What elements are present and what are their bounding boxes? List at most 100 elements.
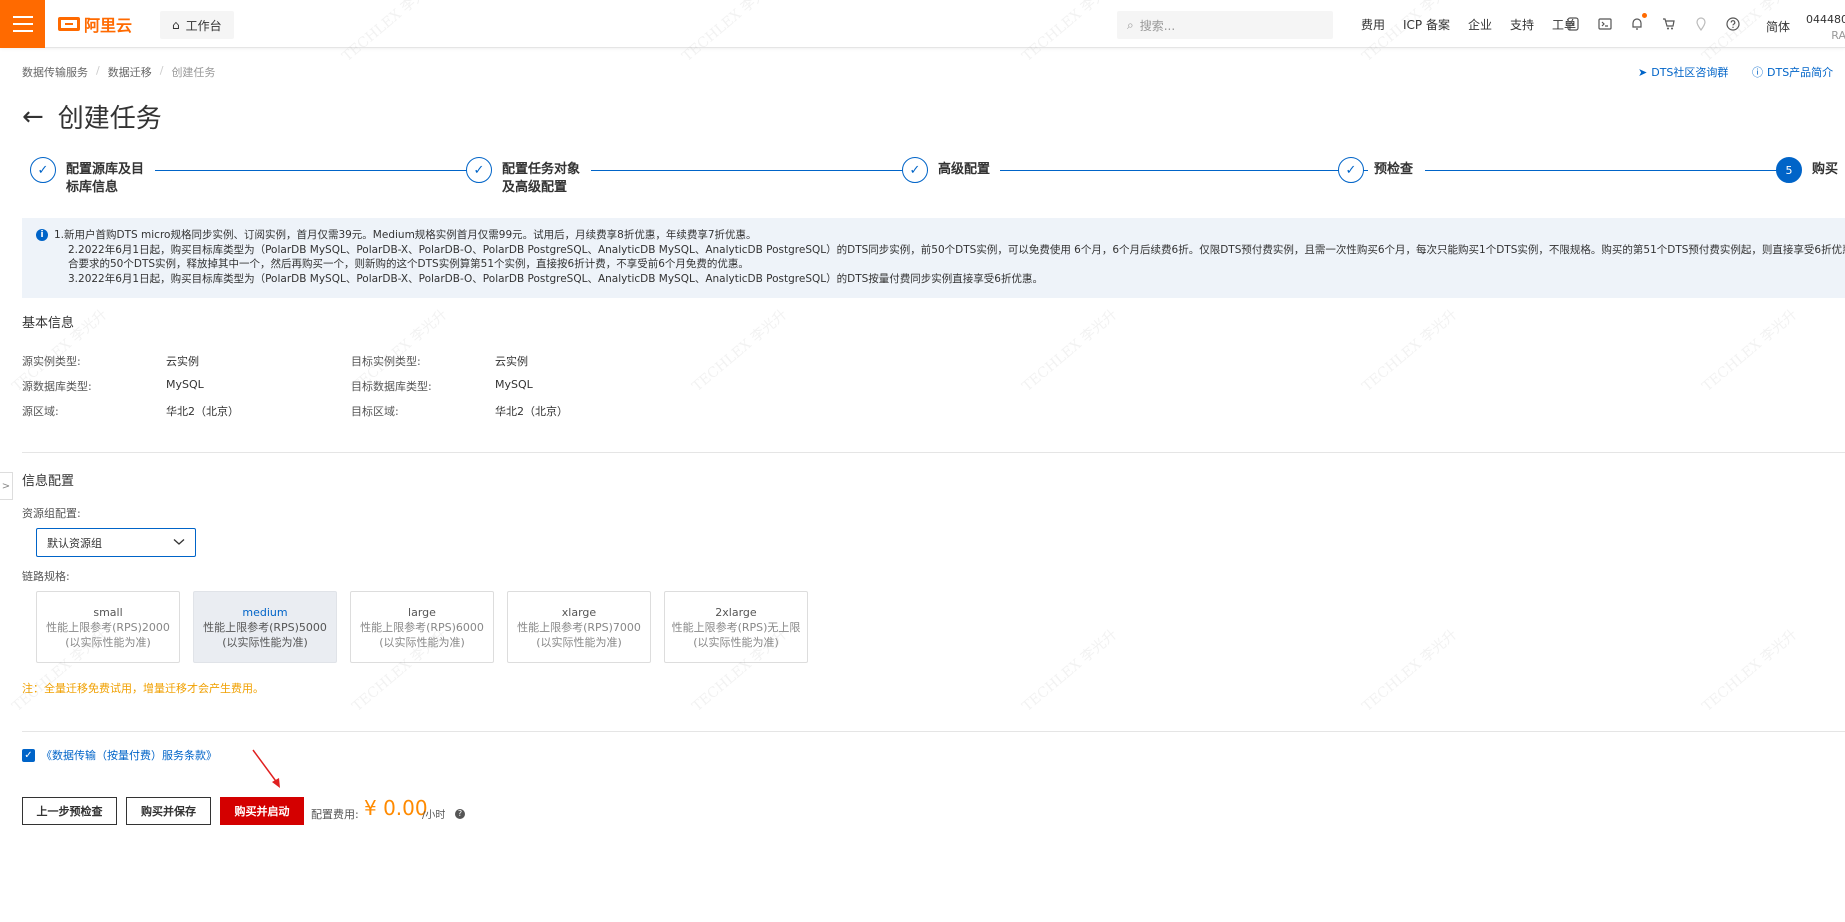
step-4: ✓ 预检查 [1338, 157, 1413, 183]
spec-desc: 性能上限参考(RPS)2000 [46, 620, 170, 634]
step-5-label: 购买 [1812, 162, 1839, 177]
resource-group-select[interactable]: 默认资源组 [36, 528, 196, 557]
spec-name: 2xlarge [715, 605, 757, 619]
menu-icon[interactable] [0, 0, 45, 48]
spec-2xlarge[interactable]: 2xlarge 性能上限参考(RPS)无上限 (以实际性能为准) [664, 591, 808, 663]
spec-name: medium [242, 605, 288, 619]
link-fees[interactable]: 费用 [1352, 16, 1394, 33]
agreement-checkbox[interactable]: ✓ [22, 748, 35, 762]
page-header: ← 创建任务 [22, 98, 162, 135]
target-instance-type-label: 目标实例类型: [351, 355, 421, 368]
search-input[interactable]: ⌕ 搜索... [1117, 11, 1333, 39]
sidebar-expand-icon[interactable]: > [0, 472, 13, 500]
top-links: 费用 ICP 备案 企业 支持 工单 [1352, 0, 1585, 48]
spec-label: 链路规格: [22, 570, 70, 583]
step-5-number: 5 [1776, 157, 1802, 183]
check-icon: ✓ [902, 157, 928, 183]
source-instance-type-label: 源实例类型: [22, 355, 81, 368]
notice-line-1: 1.新用户首购DTS micro规格同步实例、订阅实例，首月仅需39元。Medi… [54, 229, 757, 241]
check-icon: ✓ [466, 157, 492, 183]
page-title: 创建任务 [57, 104, 162, 134]
workbench-label: 工作台 [185, 18, 222, 33]
buy-and-save-button[interactable]: 购买并保存 [126, 797, 211, 825]
prev-precheck-button[interactable]: 上一步预检查 [22, 797, 117, 825]
config-title: 信息配置 [22, 474, 75, 489]
source-db-type-label: 源数据库类型: [22, 380, 92, 393]
section-divider [22, 452, 1845, 453]
account-id: 044480 [1806, 13, 1845, 26]
step-3-label: 高级配置 [938, 162, 991, 177]
step-2-label-line1: 配置任务对象 [502, 162, 581, 177]
spec-name: small [93, 605, 123, 619]
account-menu[interactable]: 044480 RA [1806, 12, 1845, 44]
watermark: TECHLEX 李光升 [1019, 626, 1121, 715]
question-icon[interactable]: ? [455, 809, 465, 819]
bell-icon[interactable] [1629, 13, 1647, 32]
spec-large[interactable]: large 性能上限参考(RPS)6000 (以实际性能为准) [350, 591, 494, 663]
watermark: TECHLEX 李光升 [1019, 306, 1121, 395]
watermark: TECHLEX 李光升 [689, 306, 791, 395]
target-db-type-label: 目标数据库类型: [351, 380, 432, 393]
check-icon: ✓ [30, 157, 56, 183]
step-3: ✓ 高级配置 [902, 157, 990, 183]
buy-and-start-button[interactable]: 购买并启动 [220, 797, 304, 825]
link-icp[interactable]: ICP 备案 [1394, 16, 1459, 33]
target-instance-type-value: 云实例 [495, 355, 528, 368]
spec-desc-note: (以实际性能为准) [222, 635, 308, 649]
target-db-type-value: MySQL [495, 378, 533, 391]
location-icon[interactable] [1693, 16, 1709, 32]
back-arrow-icon[interactable]: ← [22, 102, 44, 132]
step-5: 5 购买 [1776, 157, 1838, 183]
step-2-label-line2: 及高级配置 [502, 180, 568, 195]
breadcrumb-separator: / [159, 64, 164, 77]
breadcrumb-dts[interactable]: 数据传输服务 [22, 64, 88, 80]
source-region-label: 源区域: [22, 405, 59, 418]
spec-name: large [408, 605, 436, 619]
terminal-icon[interactable] [1597, 16, 1613, 32]
step-indicator: ✓ 配置源库及目 标库信息 ✓ 配置任务对象 及高级配置 ✓ 高级配置 ✓ 预检查 … [30, 157, 1845, 197]
source-instance-type-value: 云实例 [166, 355, 199, 368]
step-1: ✓ 配置源库及目 标库信息 [30, 157, 144, 197]
cloudshell-icon[interactable] [1565, 16, 1581, 32]
help-icon[interactable] [1725, 16, 1741, 32]
spec-desc-note: (以实际性能为准) [65, 635, 151, 649]
spec-desc: 性能上限参考(RPS)7000 [517, 620, 641, 634]
watermark: TECHLEX 李光升 [1699, 306, 1801, 395]
dts-community-link[interactable]: ➤ DTS社区咨询群 [1638, 64, 1728, 80]
step-2: ✓ 配置任务对象 及高级配置 [466, 157, 580, 197]
breadcrumb-current: 创建任务 [171, 66, 216, 79]
breadcrumb: 数据传输服务 / 数据迁移 / 创建任务 [22, 64, 215, 80]
spec-xlarge[interactable]: xlarge 性能上限参考(RPS)7000 (以实际性能为准) [507, 591, 651, 663]
link-support[interactable]: 支持 [1501, 16, 1543, 33]
top-icons [1565, 0, 1741, 48]
source-region-value: 华北2（北京） [166, 405, 239, 418]
watermark: TECHLEX 李光升 [1359, 626, 1461, 715]
spec-name: xlarge [561, 605, 597, 619]
watermark: TECHLEX 李光升 [1699, 626, 1801, 715]
spec-small[interactable]: small 性能上限参考(RPS)2000 (以实际性能为准) [36, 591, 180, 663]
dts-intro-link[interactable]: ⓘ DTS产品简介 [1752, 64, 1833, 80]
logo-text: 阿里云 [84, 16, 133, 35]
pin-icon: ➤ [1638, 65, 1648, 79]
annotation-arrow-icon [252, 749, 280, 788]
spec-options: small 性能上限参考(RPS)2000 (以实际性能为准) medium 性… [36, 591, 808, 663]
notice-line-4: 3.2022年6月1日起，购买目标库类型为（PolarDB MySQL、Pola… [68, 272, 1043, 285]
cart-icon[interactable] [1661, 16, 1677, 32]
breadcrumb-migration[interactable]: 数据迁移 [108, 64, 152, 80]
section-divider [22, 731, 1845, 732]
workbench-button[interactable]: ⌂ 工作台 [160, 11, 234, 39]
agreement-row: ✓ 《数据传输（按量付费）服务条款》 [22, 747, 217, 763]
step-1-label-line2: 标库信息 [66, 180, 119, 195]
spec-desc-note: (以实际性能为准) [693, 635, 779, 649]
chevron-down-icon [173, 536, 185, 549]
step-connector [1425, 170, 1793, 171]
spec-medium[interactable]: medium 性能上限参考(RPS)5000 (以实际性能为准) [193, 591, 337, 663]
info-icon: i [36, 229, 48, 241]
language-switch[interactable]: 简体 [1766, 18, 1790, 35]
aliyun-logo[interactable]: 阿里云 [58, 14, 133, 35]
step-connector [155, 170, 486, 171]
billing-note: 注：全量迁移免费试用，增量迁移才会产生费用。 [22, 682, 264, 695]
agreement-link[interactable]: 《数据传输（按量付费）服务条款》 [41, 747, 217, 763]
link-enterprise[interactable]: 企业 [1459, 16, 1501, 33]
account-sub: RA [1831, 29, 1845, 42]
